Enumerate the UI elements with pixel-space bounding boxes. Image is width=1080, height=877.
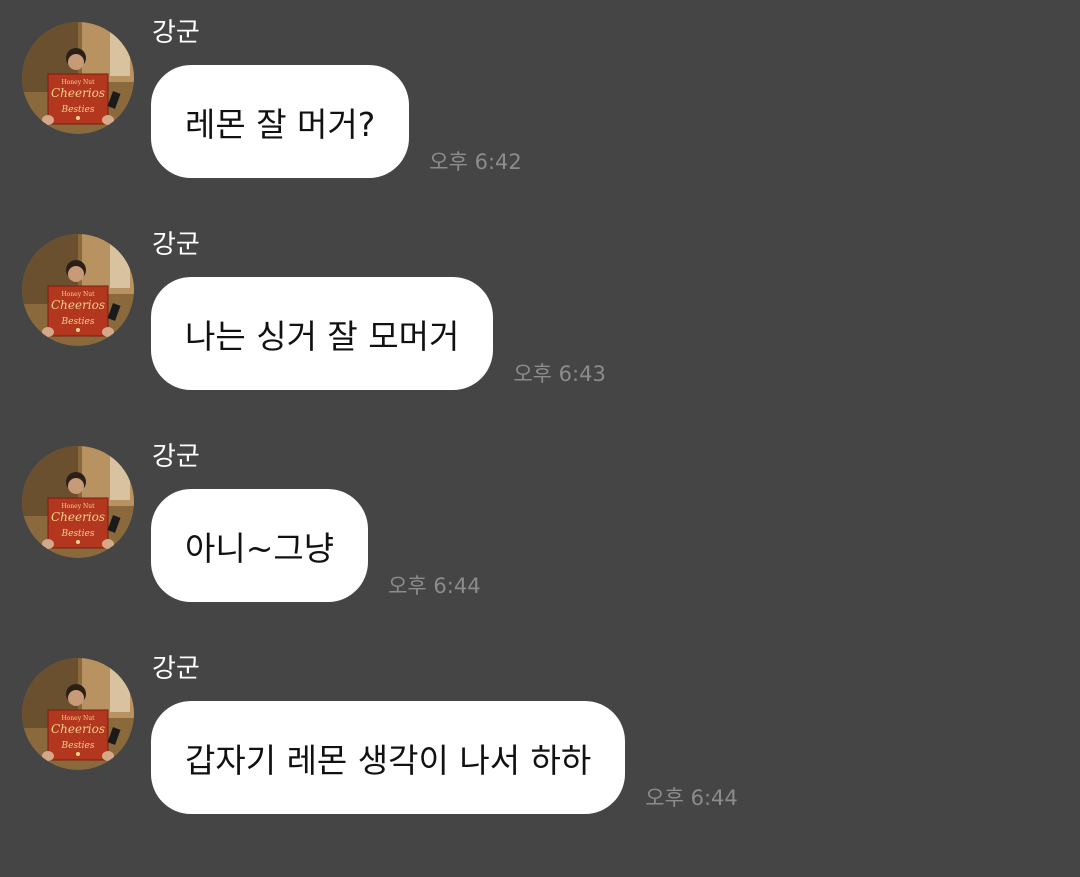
message-bubble[interactable]: 레몬 잘 머거? [151,65,410,178]
avatar[interactable]: Honey Nut Cheerios Besties [22,446,134,558]
avatar-image: Honey Nut Cheerios Besties [22,658,134,770]
avatar[interactable]: Honey Nut Cheerios Besties [22,22,134,134]
svg-text:Cheerios: Cheerios [51,510,105,524]
message-timestamp: 오후 6:42 [429,150,522,174]
message-group: Honey Nut Cheerios Besties 강군 레몬 잘 머거? 오… [0,0,1080,190]
message-group: Honey Nut Cheerios Besties 강군 나는 싱거 잘 모머… [0,212,1080,402]
svg-text:Besties: Besties [61,105,95,115]
svg-text:Cheerios: Cheerios [51,298,105,312]
svg-text:Cheerios: Cheerios [51,722,105,736]
message-timestamp: 오후 6:44 [388,574,481,598]
avatar-image: Honey Nut Cheerios Besties [22,234,134,346]
svg-text:Besties: Besties [61,317,95,327]
message-bubble[interactable]: 갑자기 레몬 생각이 나서 하하 [151,701,626,814]
avatar-image: Honey Nut Cheerios Besties [22,446,134,558]
sender-name: 강군 [152,654,200,684]
message-group: Honey Nut Cheerios Besties 강군 갑자기 레몬 생각이… [0,636,1080,826]
message-row: 아니~그냥 오후 6:44 [151,489,481,602]
sender-name: 강군 [152,230,200,260]
message-row: 레몬 잘 머거? 오후 6:42 [151,65,522,178]
message-row: 나는 싱거 잘 모머거 오후 6:43 [151,277,606,390]
message-bubble[interactable]: 아니~그냥 [151,489,369,602]
avatar[interactable]: Honey Nut Cheerios Besties [22,658,134,770]
message-timestamp: 오후 6:44 [645,786,738,810]
message-bubble[interactable]: 나는 싱거 잘 모머거 [151,277,494,390]
svg-text:Honey Nut: Honey Nut [61,715,95,722]
sender-name: 강군 [152,442,200,472]
sender-name: 강군 [152,18,200,48]
svg-text:Besties: Besties [61,741,95,751]
svg-text:Honey Nut: Honey Nut [61,291,95,298]
svg-text:Besties: Besties [61,529,95,539]
avatar-image: Honey Nut Cheerios Besties [22,22,134,134]
message-row: 갑자기 레몬 생각이 나서 하하 오후 6:44 [151,701,738,814]
message-timestamp: 오후 6:43 [513,362,606,386]
message-group: Honey Nut Cheerios Besties 강군 아니~그냥 오후 6… [0,424,1080,614]
avatar[interactable]: Honey Nut Cheerios Besties [22,234,134,346]
svg-text:Cheerios: Cheerios [51,86,105,100]
svg-text:Honey Nut: Honey Nut [61,79,95,86]
chat-message-list[interactable]: Honey Nut Cheerios Besties 강군 레몬 잘 머거? 오… [0,0,1080,877]
svg-text:Honey Nut: Honey Nut [61,503,95,510]
